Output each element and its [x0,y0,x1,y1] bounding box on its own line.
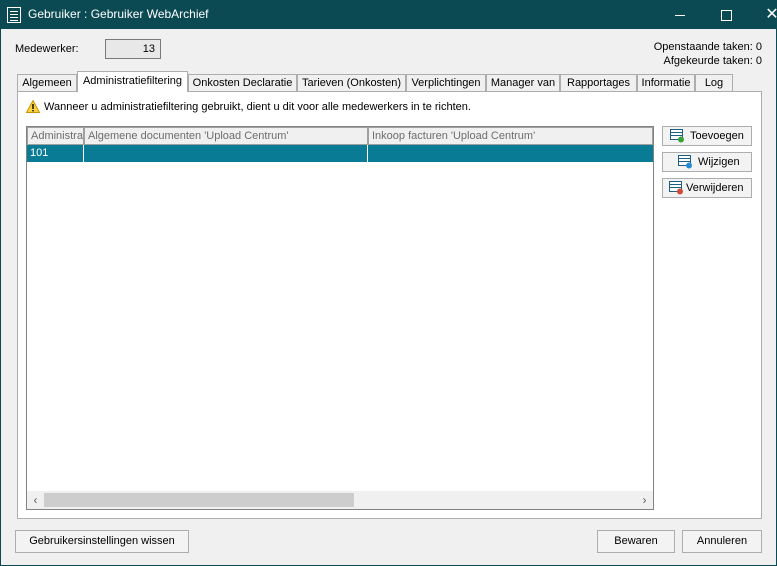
add-button[interactable]: Toevoegen [662,126,752,146]
tab-administratiefiltering[interactable]: Administratiefiltering [77,71,188,92]
rejected-tasks-count: Afgekeurde taken: 0 [663,55,762,67]
open-tasks-count: Openstaande taken: 0 [653,41,762,53]
column-header-inkoop-facturen[interactable]: Inkoop facturen 'Upload Centrum' [368,127,653,145]
add-record-icon [670,129,684,143]
grid-header: Administra Algemene documenten 'Upload C… [27,127,653,145]
tab-rapportages[interactable]: Rapportages [560,74,637,92]
delete-button-label: Verwijderen [686,182,744,194]
edit-button[interactable]: Wijzigen [662,152,752,172]
tab-algemeen[interactable]: Algemeen [17,74,77,92]
warning-icon [26,100,40,113]
cell-algemene-documenten [84,145,368,162]
close-button[interactable]: ✕ [749,1,777,29]
table-row[interactable]: 101 [27,145,653,162]
cell-administratie: 101 [27,145,84,162]
administratiefiltering-panel: Wanneer u administratiefiltering gebruik… [17,91,762,519]
add-button-label: Toevoegen [690,130,744,142]
save-button[interactable]: Bewaren [597,530,675,553]
warning-text: Wanneer u administratiefiltering gebruik… [44,101,471,113]
title-bar: Gebruiker : Gebruiker WebArchief ✕ [1,1,777,29]
tab-informatie[interactable]: Informatie [637,74,695,92]
edit-record-icon [678,155,692,169]
employee-label: Medewerker: [15,43,79,55]
scroll-right-icon[interactable]: › [636,491,653,509]
tab-manager-van[interactable]: Manager van [486,74,560,92]
tab-tarieven-onkosten[interactable]: Tarieven (Onkosten) [297,74,406,92]
administration-grid: Administra Algemene documenten 'Upload C… [26,126,654,510]
cancel-button[interactable]: Annuleren [682,530,762,553]
document-icon [7,7,21,23]
cell-inkoop-facturen [368,145,653,162]
maximize-button[interactable] [703,1,749,29]
scroll-thumb[interactable] [44,493,354,507]
edit-button-label: Wijzigen [698,156,740,168]
reset-settings-button[interactable]: Gebruikersinstellingen wissen [15,530,189,553]
column-header-administratie[interactable]: Administra [27,127,84,145]
user-dialog: Gebruiker : Gebruiker WebArchief ✕ Medew… [1,1,777,565]
employee-field: 13 [105,39,161,59]
delete-button[interactable]: Verwijderen [662,178,752,198]
tab-verplichtingen[interactable]: Verplichtingen [406,74,486,92]
window-title: Gebruiker : Gebruiker WebArchief [28,7,209,21]
minimize-button[interactable] [657,1,703,29]
scroll-left-icon[interactable]: ‹ [27,491,44,509]
tab-log[interactable]: Log [695,74,733,92]
horizontal-scrollbar[interactable]: ‹ › [27,491,653,509]
tab-onkosten-declaratie[interactable]: Onkosten Declaratie [188,74,297,92]
delete-record-icon [669,181,683,195]
column-header-algemene-documenten[interactable]: Algemene documenten 'Upload Centrum' [84,127,368,145]
